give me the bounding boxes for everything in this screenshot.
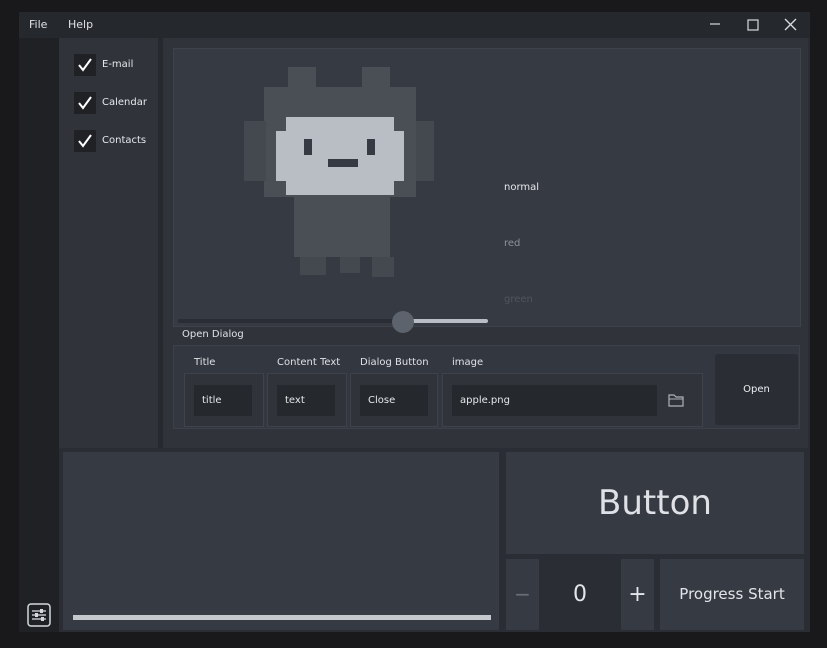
- sidebar: E-mail Calendar Contacts: [59, 38, 158, 448]
- image-path-input[interactable]: apple.png: [452, 385, 657, 416]
- progress-panel: [63, 452, 499, 630]
- checkmark-icon: [78, 134, 92, 148]
- sidebar-item-calendar[interactable]: Calendar: [102, 97, 147, 108]
- maximize-icon: [747, 19, 759, 31]
- sidebar-item-contacts[interactable]: Contacts: [102, 135, 146, 146]
- menu-help[interactable]: Help: [68, 18, 93, 31]
- title-field-box: title: [184, 373, 264, 427]
- open-dialog-group: Title Content Text Dialog Button image t…: [173, 345, 800, 429]
- open-dialog-title: Open Dialog: [182, 329, 244, 340]
- main-panel: normal red green Open Dialog Title Conte…: [163, 38, 808, 448]
- email-checkbox[interactable]: [74, 54, 96, 76]
- slider-fill: [402, 319, 488, 323]
- slider-track[interactable]: [178, 319, 402, 323]
- mode-green[interactable]: green: [504, 294, 533, 305]
- checkmark-icon: [78, 58, 92, 72]
- sidebar-item-email[interactable]: E-mail: [102, 59, 133, 70]
- image-field-box: apple.png: [442, 373, 703, 427]
- checkmark-icon: [78, 96, 92, 110]
- close-button[interactable]: [772, 12, 810, 38]
- progress-bar: [73, 615, 491, 620]
- content-field-box: text: [267, 373, 347, 427]
- title-label: Title: [194, 357, 216, 368]
- slider-handle[interactable]: [392, 311, 414, 333]
- dialog-button-input[interactable]: Close: [360, 385, 428, 416]
- maximize-button[interactable]: [734, 12, 772, 38]
- app-window: File Help E-mail Calendar Contacts norma…: [19, 12, 810, 632]
- stepper-value[interactable]: 0: [539, 559, 621, 630]
- dialog-button-field-box: Close: [350, 373, 438, 427]
- minimize-button[interactable]: [696, 12, 734, 38]
- folder-icon[interactable]: [668, 393, 684, 407]
- content-text-label: Content Text: [277, 357, 341, 368]
- close-icon: [784, 18, 797, 31]
- stepper-minus-button[interactable]: −: [506, 559, 539, 630]
- big-button[interactable]: Button: [506, 452, 804, 554]
- progress-start-button[interactable]: Progress Start: [660, 559, 804, 630]
- image-label: image: [452, 357, 484, 368]
- mode-red[interactable]: red: [504, 238, 520, 249]
- contacts-checkbox[interactable]: [74, 130, 96, 152]
- calendar-checkbox[interactable]: [74, 92, 96, 114]
- minimize-icon: [710, 23, 720, 25]
- image-preview: normal red green: [173, 48, 801, 333]
- dialog-button-label: Dialog Button: [360, 357, 429, 368]
- mode-normal[interactable]: normal: [504, 182, 539, 193]
- navigation-strip: [19, 38, 59, 632]
- title-input[interactable]: title: [194, 385, 252, 416]
- settings-sliders-icon[interactable]: [27, 603, 51, 627]
- stepper-plus-button[interactable]: +: [621, 559, 654, 630]
- number-stepper: − 0 +: [506, 559, 654, 630]
- menu-bar: File Help: [19, 12, 810, 38]
- menu-file[interactable]: File: [29, 18, 47, 31]
- content-text-input[interactable]: text: [277, 385, 335, 416]
- pixel-cat-image: [244, 67, 434, 277]
- open-button[interactable]: Open: [715, 354, 798, 425]
